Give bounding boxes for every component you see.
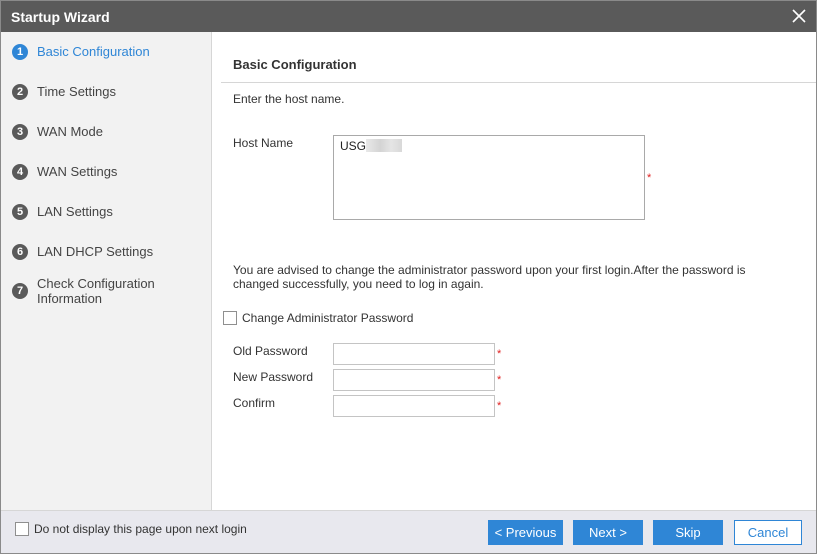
step-label: Basic Configuration	[37, 44, 150, 59]
step-number-badge: 2	[12, 84, 28, 100]
checkbox-box[interactable]	[15, 522, 29, 536]
new-password-label: New Password	[233, 370, 314, 384]
cancel-button[interactable]: Cancel	[734, 520, 802, 545]
intro-text: Enter the host name.	[233, 92, 345, 106]
section-divider	[221, 82, 816, 83]
section-title: Basic Configuration	[233, 57, 357, 72]
wizard-steps-sidebar: 1 Basic Configuration 2 Time Settings 3 …	[1, 32, 212, 510]
title-bar: Startup Wizard	[1, 1, 816, 32]
dont-show-again-checkbox[interactable]: Do not display this page upon next login	[15, 522, 247, 536]
main-panel: Basic Configuration Enter the host name.…	[213, 32, 816, 510]
confirm-password-label: Confirm	[233, 396, 276, 410]
redacted-hostname-blur	[366, 139, 402, 152]
required-indicator: *	[497, 348, 502, 360]
checkbox-box[interactable]	[223, 311, 237, 325]
checkbox-label: Change Administrator Password	[242, 311, 414, 325]
confirm-password-input[interactable]	[333, 395, 495, 417]
window-title: Startup Wizard	[11, 9, 110, 25]
host-name-label: Host Name	[233, 136, 294, 150]
old-password-label: Old Password	[233, 344, 308, 358]
previous-button[interactable]: < Previous	[488, 520, 563, 545]
step-label: WAN Mode	[37, 124, 103, 139]
step-label: WAN Settings	[37, 164, 118, 179]
step-number-badge: 7	[12, 283, 28, 299]
old-password-input[interactable]	[333, 343, 495, 365]
startup-wizard-dialog: Startup Wizard 1 Basic Configuration 2 T…	[0, 0, 817, 554]
step-lan-settings[interactable]: 5 LAN Settings	[12, 204, 113, 220]
new-password-input[interactable]	[333, 369, 495, 391]
next-button[interactable]: Next >	[573, 520, 643, 545]
step-number-badge: 5	[12, 204, 28, 220]
step-wan-mode[interactable]: 3 WAN Mode	[12, 124, 103, 140]
dialog-footer: Do not display this page upon next login…	[1, 510, 816, 553]
required-indicator: *	[497, 374, 502, 386]
step-basic-configuration[interactable]: 1 Basic Configuration	[12, 44, 150, 60]
required-indicator: *	[497, 400, 502, 412]
close-icon[interactable]	[790, 7, 808, 25]
step-number-badge: 4	[12, 164, 28, 180]
step-label: LAN DHCP Settings	[37, 244, 154, 259]
step-wan-settings[interactable]: 4 WAN Settings	[12, 164, 117, 180]
step-number-badge: 6	[12, 244, 28, 260]
step-label: LAN Settings	[37, 204, 113, 219]
password-advice-text: You are advised to change the administra…	[233, 263, 746, 291]
step-number-badge: 3	[12, 124, 28, 140]
step-check-configuration[interactable]: 7 Check Configuration Information	[12, 276, 187, 306]
checkbox-label: Do not display this page upon next login	[34, 522, 247, 536]
step-time-settings[interactable]: 2 Time Settings	[12, 84, 116, 100]
step-label: Time Settings	[37, 84, 116, 99]
change-admin-password-checkbox[interactable]: Change Administrator Password	[223, 311, 413, 325]
step-lan-dhcp-settings[interactable]: 6 LAN DHCP Settings	[12, 244, 153, 260]
skip-button[interactable]: Skip	[653, 520, 723, 545]
required-indicator: *	[647, 172, 652, 184]
step-label: Check Configuration Information	[37, 276, 155, 306]
step-number-badge: 1	[12, 44, 28, 60]
